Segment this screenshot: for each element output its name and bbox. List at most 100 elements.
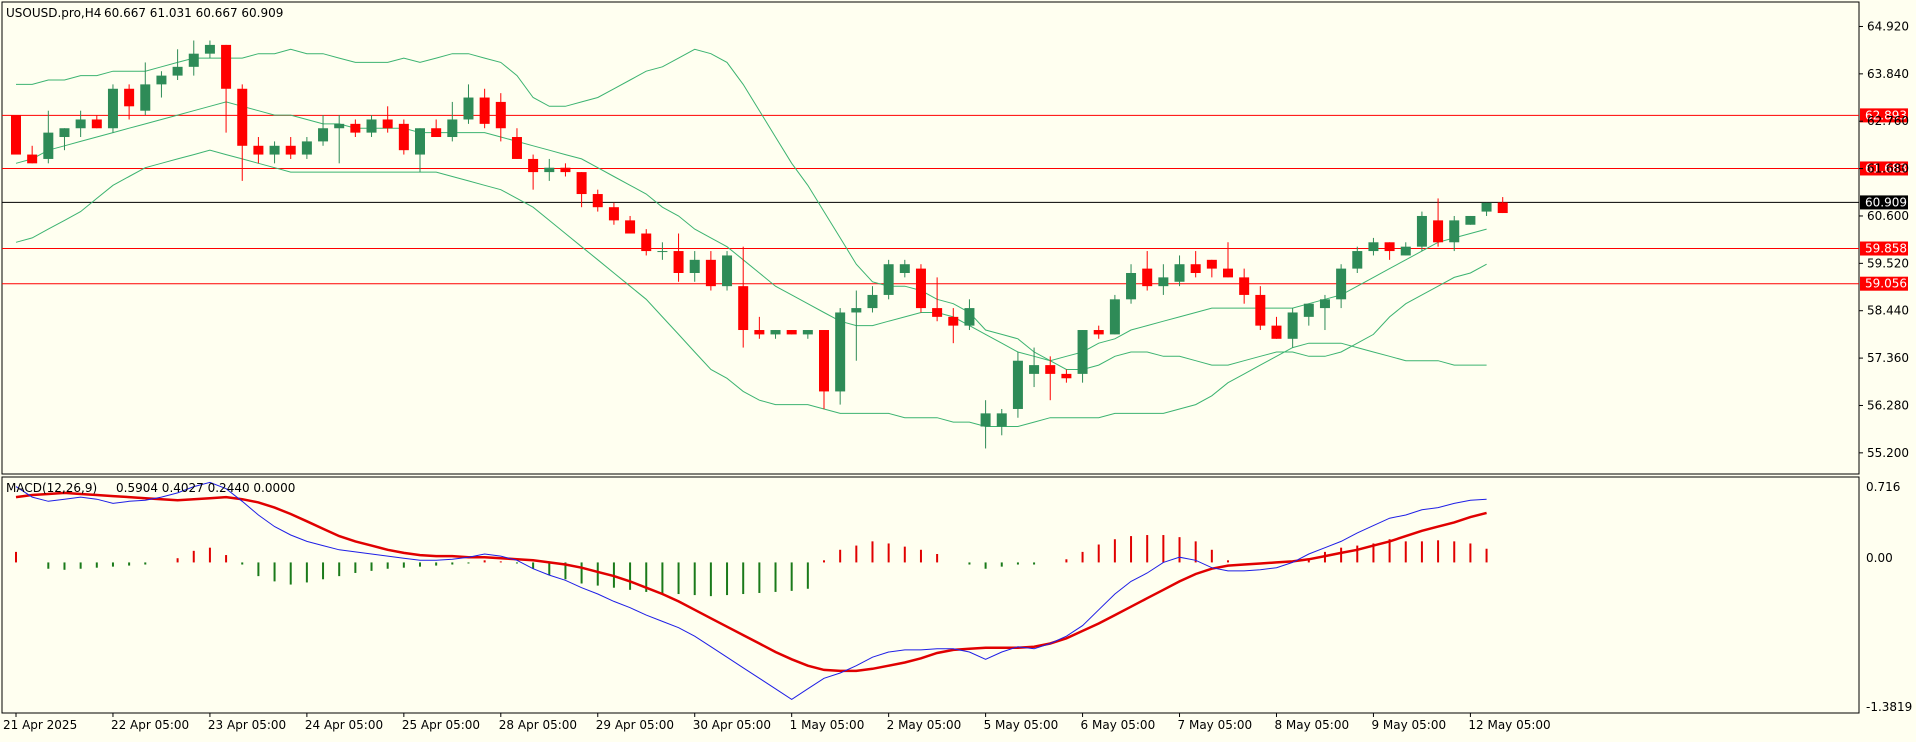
candle-body-42 [689,259,700,273]
candle-0 [11,115,21,155]
candle-body-32 [528,158,539,173]
candle-body-70 [1142,268,1153,287]
candle-body-46 [754,330,765,335]
ohlc-readout: 60.667 61.031 60.667 60.909 [104,6,283,20]
candle-90 [1465,215,1476,225]
time-label-2: 23 Apr 05:00 [208,718,286,732]
price-tick-2: 62.760 [1867,114,1909,128]
candle-body-54 [883,264,894,295]
chart-canvas[interactable]: 62.89361.68359.85859.05660.909 USOUSD.pr… [0,0,1916,737]
candle-body-88 [1433,220,1444,243]
candle-body-40 [657,251,668,253]
candle-body-8 [140,84,151,111]
candle-body-83 [1352,251,1363,269]
candle-body-25 [415,128,425,155]
candle-body-27 [447,119,458,138]
candle-body-50 [819,330,829,392]
candle-body-67 [1093,330,1104,335]
time-label-5: 28 Apr 05:00 [499,718,577,732]
candle-body-77 [1255,294,1266,326]
candle-body-36 [592,194,603,208]
time-label-0: 21 Apr 2025 [3,718,77,732]
candle-body-49 [802,330,813,335]
candle-body-80 [1303,303,1314,317]
candle-body-31 [511,137,522,159]
candle-body-52 [851,308,862,313]
price-tick-3: 61.680 [1867,162,1909,176]
candle-body-18 [301,141,312,155]
candle-body-74 [1206,259,1217,269]
candle-body-33 [544,167,555,173]
candle-body-78 [1271,325,1282,339]
time-label-10: 5 May 05:00 [984,718,1059,732]
candle-body-16 [269,145,280,155]
time-label-15: 12 May 05:00 [1468,718,1550,732]
candle-54 [883,259,894,300]
macd-axis-top: 0.716 [1866,480,1900,494]
candle-6 [107,84,118,133]
candle-body-73 [1190,264,1201,273]
current-price-label: 60.909 [1865,195,1907,209]
candle-body-12 [204,44,215,54]
price-tick-9: 55.200 [1867,446,1909,460]
time-label-1: 22 Apr 05:00 [111,718,189,732]
candle-87 [1416,211,1427,252]
candle-body-39 [641,233,652,252]
candle-body-24 [398,123,409,151]
candle-body-82 [1336,268,1347,300]
candle-body-1 [27,154,38,164]
candle-body-47 [770,330,781,335]
price-tick-0: 64.920 [1867,19,1909,33]
candle-body-0 [11,115,21,155]
candle-body-9 [156,75,167,85]
candle-body-43 [705,259,716,287]
candle-body-19 [318,128,329,142]
time-label-3: 24 Apr 05:00 [305,718,383,732]
candle-body-2 [43,132,54,159]
candle-body-92 [1497,202,1508,214]
candle-body-62 [1012,360,1023,409]
time-label-6: 29 Apr 05:00 [596,718,674,732]
candle-body-60 [980,413,991,427]
candle-24 [398,119,409,155]
macd-axis-zero: 0.00 [1866,551,1893,565]
candle-body-81 [1319,299,1330,309]
candle-body-65 [1061,373,1072,379]
candle-body-90 [1465,215,1476,225]
candle-body-58 [948,316,959,326]
candle-body-86 [1400,246,1411,256]
candle-body-35 [576,172,587,195]
candle-body-63 [1029,365,1040,374]
candle-body-68 [1109,299,1120,335]
candle-body-89 [1449,220,1460,243]
candle-body-53 [867,294,878,309]
candle-body-59 [964,308,975,326]
candle-48 [786,330,797,335]
time-label-11: 6 May 05:00 [1081,718,1156,732]
candle-body-7 [124,88,135,107]
candle-body-28 [463,97,474,120]
time-label-8: 1 May 05:00 [790,718,865,732]
price-tick-1: 63.840 [1867,67,1909,81]
candle-body-69 [1126,272,1137,300]
candle-body-57 [932,308,943,317]
macd-values: 0.5904 0.4027 0.2440 0.0000 [116,481,295,495]
candle-body-48 [786,330,797,335]
candle-body-5 [91,119,102,129]
candle-body-4 [75,119,86,129]
candle-body-34 [560,167,571,173]
trading-chart[interactable]: 62.893 61.683 59.858 59.056 60.909 USOUSD.pr… [0,0,1916,737]
candle-body-26 [431,128,442,138]
candle-body-14 [237,88,248,146]
candle-68 [1109,294,1120,335]
candle-body-85 [1384,242,1395,252]
candle-body-44 [722,255,733,287]
macd-axis-bottom: -1.3819 [1866,700,1912,714]
level-label-2: 59.858 [1865,242,1907,256]
price-tick-7: 57.360 [1867,351,1909,365]
candle-body-6 [107,88,118,129]
candle-body-56 [915,268,926,309]
candle-body-13 [221,44,232,89]
candle-body-41 [673,251,684,273]
candle-body-10 [172,66,183,76]
